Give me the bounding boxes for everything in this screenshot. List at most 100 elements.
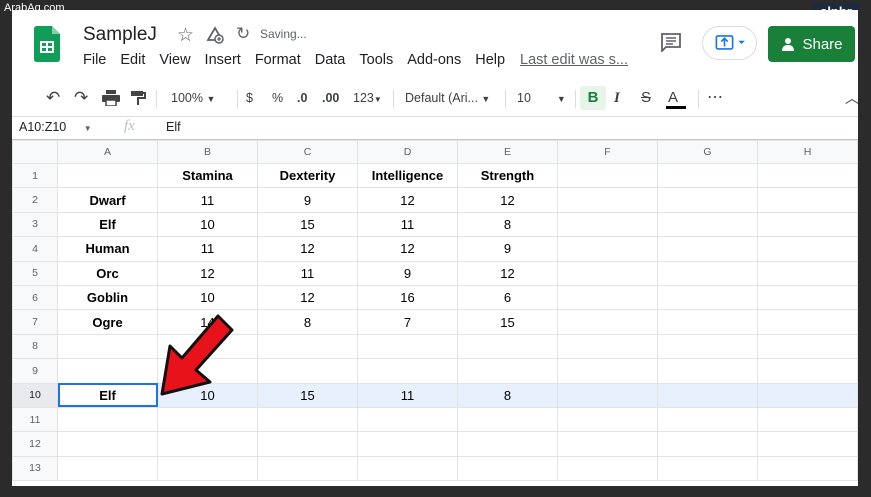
menu-insert[interactable]: Insert	[205, 52, 241, 68]
cell-g6[interactable]	[657, 284, 758, 311]
decrease-decimal-button[interactable]: .0	[297, 80, 307, 116]
cell-a10[interactable]: Elf	[57, 382, 158, 408]
cell-e1[interactable]: Strength	[457, 162, 558, 189]
row-header[interactable]: 5	[12, 260, 58, 286]
cell-e9[interactable]	[457, 358, 558, 384]
cell-h10[interactable]	[757, 382, 858, 408]
zoom-select[interactable]: 100% ▼	[171, 80, 215, 116]
cell-c8[interactable]	[257, 333, 358, 360]
cell-h11[interactable]	[757, 406, 858, 433]
cell-e12[interactable]	[457, 431, 558, 457]
cell-e8[interactable]	[457, 333, 558, 360]
cell-f3[interactable]	[557, 211, 658, 238]
cell-f6[interactable]	[557, 284, 658, 311]
text-color-button[interactable]: A	[666, 80, 686, 116]
column-header-e[interactable]: E	[457, 140, 558, 164]
menu-tools[interactable]: Tools	[359, 52, 393, 68]
row-header[interactable]: 10	[12, 382, 58, 408]
row-header[interactable]: 6	[12, 284, 58, 311]
cell-e5[interactable]: 12	[457, 260, 558, 286]
row-header[interactable]: 4	[12, 236, 58, 262]
cell-a9[interactable]	[57, 358, 158, 384]
more-icon[interactable]: ⋯	[707, 80, 723, 116]
document-title[interactable]: SampleJ	[83, 24, 157, 46]
cell-g10[interactable]	[657, 382, 758, 408]
cell-c13[interactable]	[257, 455, 358, 482]
cell-h7[interactable]	[757, 309, 858, 335]
percent-button[interactable]: %	[272, 80, 283, 116]
cell-e13[interactable]	[457, 455, 558, 482]
cell-a13[interactable]	[57, 455, 158, 482]
cell-a12[interactable]	[57, 431, 158, 457]
row-header[interactable]: 8	[12, 333, 58, 360]
cell-d2[interactable]: 12	[357, 187, 458, 213]
cell-a6[interactable]: Goblin	[57, 284, 158, 311]
cell-h9[interactable]	[757, 358, 858, 384]
more-formats-button[interactable]: 123▼	[353, 80, 382, 116]
cell-f2[interactable]	[557, 187, 658, 213]
cell-d10[interactable]: 11	[357, 382, 458, 408]
bold-button[interactable]: B	[580, 86, 606, 110]
cell-c3[interactable]: 15	[257, 211, 358, 238]
cell-e3[interactable]: 8	[457, 211, 558, 238]
cell-d8[interactable]	[357, 333, 458, 360]
cell-g2[interactable]	[657, 187, 758, 213]
cell-c5[interactable]: 11	[257, 260, 358, 286]
italic-button[interactable]: I	[614, 80, 620, 116]
cell-h3[interactable]	[757, 211, 858, 238]
cell-c4[interactable]: 12	[257, 236, 358, 262]
column-header-f[interactable]: F	[557, 140, 658, 164]
cell-h2[interactable]	[757, 187, 858, 213]
menu-file[interactable]: File	[83, 52, 106, 68]
cell-b3[interactable]: 10	[157, 211, 258, 238]
cell-h6[interactable]	[757, 284, 858, 311]
increase-decimal-button[interactable]: .00	[322, 80, 339, 116]
cell-d6[interactable]: 16	[357, 284, 458, 311]
font-size-select[interactable]: 10 ▼	[517, 80, 566, 116]
cell-f11[interactable]	[557, 406, 658, 433]
cell-c9[interactable]	[257, 358, 358, 384]
menu-addons[interactable]: Add-ons	[407, 52, 461, 68]
cell-g3[interactable]	[657, 211, 758, 238]
cell-h4[interactable]	[757, 236, 858, 262]
cell-f9[interactable]	[557, 358, 658, 384]
cell-f12[interactable]	[557, 431, 658, 457]
undo-icon[interactable]: ↶	[46, 80, 60, 116]
cell-g9[interactable]	[657, 358, 758, 384]
cell-h1[interactable]	[757, 162, 858, 189]
cell-g11[interactable]	[657, 406, 758, 433]
column-header-b[interactable]: B	[157, 140, 258, 164]
cell-c2[interactable]: 9	[257, 187, 358, 213]
last-edit-link[interactable]: Last edit was s...	[520, 52, 628, 68]
share-button[interactable]: Share	[768, 26, 855, 62]
row-header[interactable]: 3	[12, 211, 58, 238]
paint-format-icon[interactable]	[130, 90, 146, 106]
cell-d5[interactable]: 9	[357, 260, 458, 286]
print-icon[interactable]	[102, 90, 120, 106]
cell-a7[interactable]: Ogre	[57, 309, 158, 335]
cell-g12[interactable]	[657, 431, 758, 457]
present-button[interactable]	[702, 26, 757, 60]
menu-data[interactable]: Data	[315, 52, 346, 68]
cell-f4[interactable]	[557, 236, 658, 262]
menu-edit[interactable]: Edit	[120, 52, 145, 68]
row-header[interactable]: 13	[12, 455, 58, 482]
cell-b2[interactable]: 11	[157, 187, 258, 213]
collapse-chevron-icon[interactable]: ︿	[845, 80, 858, 116]
row-header[interactable]: 2	[12, 187, 58, 213]
cell-g4[interactable]	[657, 236, 758, 262]
strikethrough-button[interactable]: S	[641, 80, 651, 116]
cell-d13[interactable]	[357, 455, 458, 482]
cell-b5[interactable]: 12	[157, 260, 258, 286]
cell-c6[interactable]: 12	[257, 284, 358, 311]
cell-g8[interactable]	[657, 333, 758, 360]
column-header-d[interactable]: D	[357, 140, 458, 164]
cell-d11[interactable]	[357, 406, 458, 433]
cell-a4[interactable]: Human	[57, 236, 158, 262]
cell-d7[interactable]: 7	[357, 309, 458, 335]
move-to-drive-icon[interactable]	[205, 25, 225, 45]
cell-b13[interactable]	[157, 455, 258, 482]
cell-e4[interactable]: 9	[457, 236, 558, 262]
cell-a8[interactable]	[57, 333, 158, 360]
cell-c10[interactable]: 15	[257, 382, 358, 408]
